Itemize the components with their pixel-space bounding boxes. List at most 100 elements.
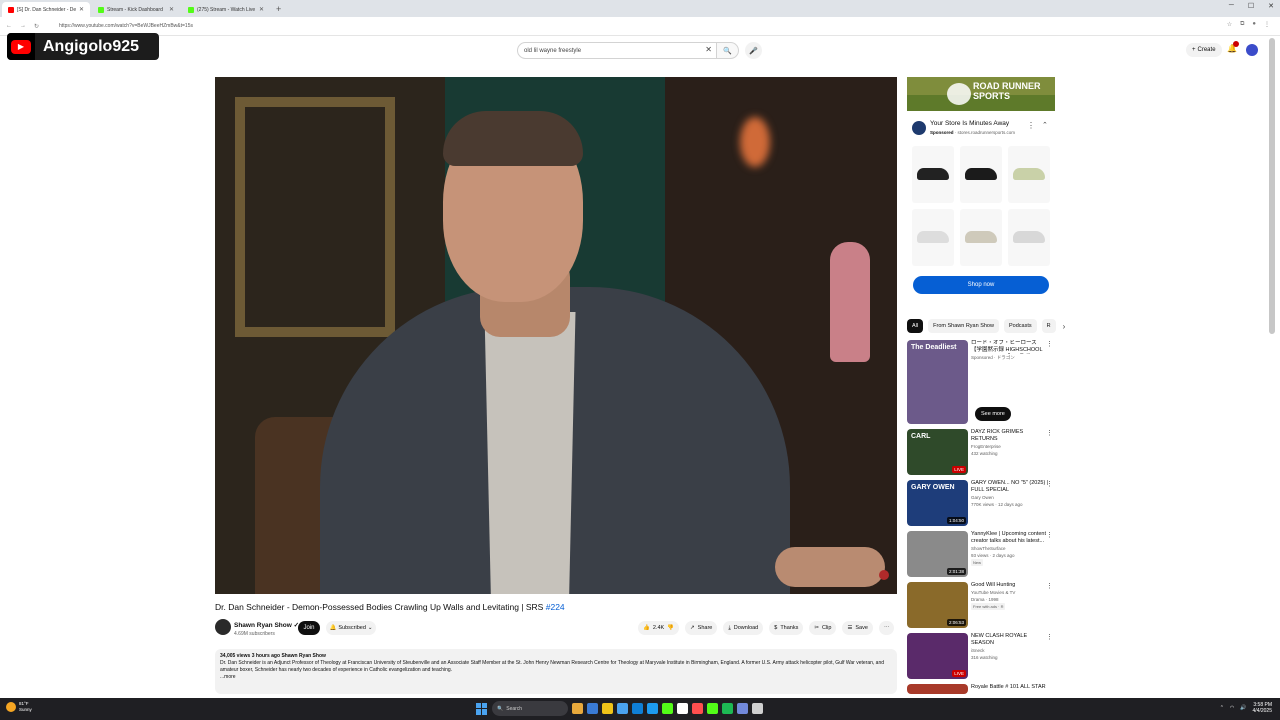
taskbar-app-icon[interactable] xyxy=(707,703,718,714)
list-item[interactable]: LIVE NEW CLASH ROYALE SEASON iSneck 316 wat… xyxy=(907,633,1055,679)
video-menu-icon[interactable]: ⋮ xyxy=(1046,582,1053,590)
episode-hashtag[interactable]: #224 xyxy=(546,602,565,612)
thanks-button[interactable]: $ Thanks xyxy=(769,621,804,635)
video-thumbnail[interactable]: GARY OWEN 1:04:50 xyxy=(907,480,968,526)
taskbar-app-icon[interactable] xyxy=(602,703,613,714)
chip[interactable]: R xyxy=(1041,319,1056,333)
advertiser-logo-icon[interactable] xyxy=(912,121,926,135)
close-tab-icon[interactable]: ✕ xyxy=(169,6,174,13)
share-button[interactable]: ↗ Share xyxy=(685,621,718,635)
tray-chevron-icon[interactable]: ⌃ xyxy=(1220,705,1224,711)
browser-menu-icon[interactable]: ⋮ xyxy=(1264,21,1270,28)
chip[interactable]: Podcasts xyxy=(1003,319,1037,333)
video-thumbnail[interactable]: 2:06:53 xyxy=(907,582,968,628)
search-input[interactable]: old lil wayne freestyle ✕ xyxy=(517,42,717,59)
taskbar-app-icon[interactable] xyxy=(632,703,643,714)
taskbar-app-icon[interactable] xyxy=(677,703,688,714)
close-window-icon[interactable]: ✕ xyxy=(1268,2,1274,10)
volume-icon[interactable]: 🔊 xyxy=(1240,705,1246,711)
video-menu-icon[interactable]: ⋮ xyxy=(1046,633,1053,641)
see-more-button[interactable]: See more xyxy=(975,407,1011,421)
bookmark-icon[interactable]: ☆ xyxy=(1227,21,1232,28)
video-thumbnail[interactable]: 2:01:38 xyxy=(907,531,968,577)
video-menu-icon[interactable]: ⋮ xyxy=(1046,531,1053,539)
description-more-link[interactable]: ...more xyxy=(220,674,892,681)
subscribed-button[interactable]: 🔔 Subscribed ⌄ xyxy=(326,621,376,635)
wifi-icon[interactable]: ◠ xyxy=(1230,705,1234,711)
like-dislike-button[interactable]: 👍 2.4K 👎 xyxy=(638,621,680,635)
list-item[interactable]: 2:06:53 Good Will Hunting YouTube Movies &… xyxy=(907,582,1055,628)
ad-product-tile[interactable] xyxy=(960,209,1002,266)
download-button[interactable]: ⤓ Download xyxy=(723,621,764,635)
windows-start-icon[interactable] xyxy=(476,702,488,715)
list-item[interactable]: GARY OWEN 1:04:50 GARY OWEN... NO "5" (202… xyxy=(907,480,1055,526)
clip-button[interactable]: ✂ Clip xyxy=(809,621,837,635)
weather-widget[interactable]: 81°F Sunny xyxy=(6,701,32,713)
video-menu-icon[interactable]: ⋮ xyxy=(1046,480,1053,488)
taskbar-app-icon[interactable] xyxy=(722,703,733,714)
taskbar-app-icon[interactable] xyxy=(692,703,703,714)
maximize-icon[interactable]: ☐ xyxy=(1248,2,1254,10)
video-thumbnail[interactable]: CARL LIVE xyxy=(907,429,968,475)
chevron-up-icon[interactable]: ⌃ xyxy=(1042,121,1048,129)
ad-product-tile[interactable] xyxy=(960,146,1002,203)
browser-tab-youtube[interactable]: [S] Dr. Dan Schneider - De ✕ xyxy=(2,2,90,17)
close-tab-icon[interactable]: ✕ xyxy=(79,6,84,13)
list-item[interactable]: CARL LIVE DAYZ RICK GRIMES RETURNS FrogEnte… xyxy=(907,429,1055,475)
chip[interactable]: From Shawn Ryan Show xyxy=(928,319,999,333)
profile-icon[interactable]: ● xyxy=(1252,21,1256,28)
forward-icon[interactable]: → xyxy=(20,23,26,30)
more-actions-button[interactable]: ⋯ xyxy=(878,621,895,635)
video-menu-icon[interactable]: ⋮ xyxy=(1046,340,1053,348)
page-scrollbar[interactable] xyxy=(1269,38,1275,334)
channel-name[interactable]: Shawn Ryan Show ✓ xyxy=(234,621,299,629)
list-item[interactable]: 2:01:38 YannyKlee | Upcoming content crea… xyxy=(907,531,1055,577)
plus-icon: + xyxy=(1192,47,1196,53)
ad-product-tile[interactable] xyxy=(1008,146,1050,203)
taskbar-app-icon[interactable] xyxy=(647,703,658,714)
browser-tab-kick-stream[interactable]: (275) Stream - Watch Live on Ki ✕ xyxy=(182,2,270,17)
save-button[interactable]: ☰ Save xyxy=(842,621,873,635)
clip-label: Clip xyxy=(821,625,832,631)
extensions-icon[interactable]: ⧉ xyxy=(1240,21,1244,28)
taskbar-app-icon[interactable] xyxy=(662,703,673,714)
join-button[interactable]: Join xyxy=(298,621,320,635)
ad-banner-image[interactable]: ROAD RUNNER SPORTS xyxy=(907,77,1055,111)
minimize-icon[interactable]: ─ xyxy=(1229,2,1234,10)
browser-tab-kick-dashboard[interactable]: Stream - Kick Dashboard ✕ xyxy=(92,2,180,17)
video-player[interactable] xyxy=(215,77,897,594)
taskbar-app-icon[interactable] xyxy=(572,703,583,714)
thumbs-down-icon[interactable]: 👎 xyxy=(667,625,674,631)
close-tab-icon[interactable]: ✕ xyxy=(259,6,264,13)
taskbar-search-input[interactable]: 🔍 Search xyxy=(492,701,568,716)
ad-title[interactable]: Your Store Is Minutes Away xyxy=(930,120,1009,127)
create-button[interactable]: + Create xyxy=(1186,43,1222,57)
video-thumbnail[interactable]: LIVE xyxy=(907,633,968,679)
new-tab-button[interactable]: + xyxy=(276,2,281,17)
taskbar-app-icon[interactable] xyxy=(617,703,628,714)
taskbar-clock[interactable]: 3:58 PM 4/4/2025 xyxy=(1253,702,1272,714)
taskbar-app-icon[interactable] xyxy=(752,703,763,714)
ad-menu-icon[interactable]: ⋮ xyxy=(1027,121,1035,130)
clear-search-icon[interactable]: ✕ xyxy=(705,45,712,54)
taskbar-app-icon[interactable] xyxy=(737,703,748,714)
ad-product-tile[interactable] xyxy=(1008,209,1050,266)
shop-now-button[interactable]: Shop now xyxy=(913,276,1049,294)
channel-avatar[interactable] xyxy=(215,619,231,635)
list-item[interactable]: Royale Battle # 101 ALL STAR xyxy=(907,684,1055,694)
chevron-right-icon[interactable]: › xyxy=(1063,322,1066,331)
account-avatar[interactable] xyxy=(1246,44,1258,56)
search-button[interactable]: 🔍 xyxy=(717,42,739,59)
reload-icon[interactable]: ↻ xyxy=(34,23,39,30)
ad-product-tile[interactable] xyxy=(912,209,954,266)
video-description[interactable]: 34,005 views 3 hours ago Shawn Ryan Show… xyxy=(215,649,897,694)
video-thumbnail[interactable]: The Deadliest xyxy=(907,340,968,424)
ad-product-tile[interactable] xyxy=(912,146,954,203)
voice-search-button[interactable]: 🎤 xyxy=(745,42,762,59)
video-menu-icon[interactable]: ⋮ xyxy=(1046,429,1053,437)
video-thumbnail[interactable] xyxy=(907,684,968,694)
url-field[interactable]: https://www.youtube.com/watch?v=BeWJBeeH… xyxy=(59,23,193,29)
chip[interactable]: All xyxy=(907,319,924,333)
back-icon[interactable]: ← xyxy=(6,23,12,30)
taskbar-app-icon[interactable] xyxy=(587,703,598,714)
